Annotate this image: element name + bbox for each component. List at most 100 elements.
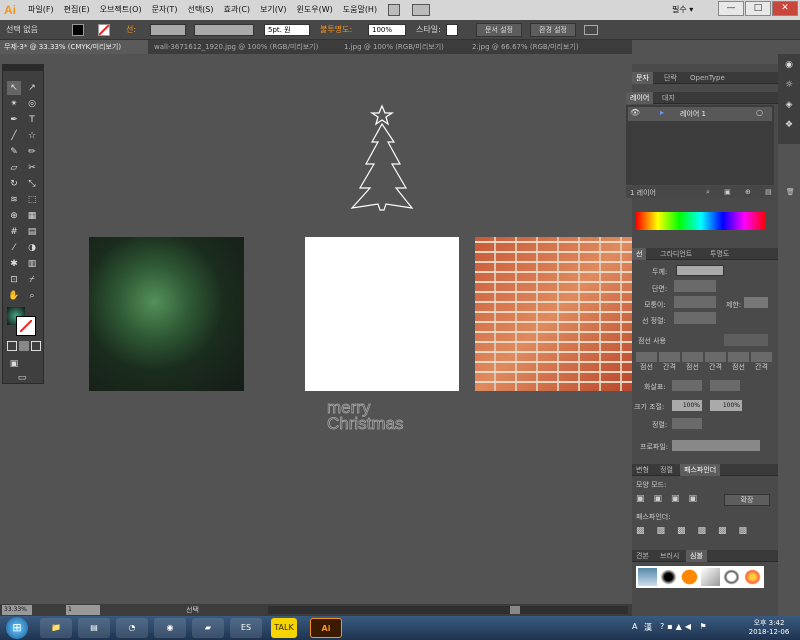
opacity-input[interactable]: 100% <box>368 24 406 36</box>
tab-symbols[interactable]: 심볼 <box>686 550 707 562</box>
align-stroke-buttons[interactable] <box>674 312 716 324</box>
document-setup-button[interactable]: 문서 설정 <box>476 23 522 37</box>
rotate-tool-icon[interactable]: ↻ <box>7 177 21 191</box>
dash-field-3[interactable] <box>728 352 749 362</box>
artboard-tool-icon[interactable]: ⊡ <box>7 273 21 287</box>
appearance-icon[interactable]: ☼ <box>782 78 796 92</box>
profile-select[interactable] <box>672 440 760 451</box>
language-indicator[interactable]: A <box>632 622 637 631</box>
corner-buttons[interactable] <box>674 296 716 308</box>
brick-wall-image[interactable] <box>475 237 632 391</box>
es-taskbar-icon[interactable]: ES <box>230 618 262 638</box>
symbol-3[interactable] <box>680 568 699 586</box>
horizontal-scrollbar[interactable] <box>268 606 628 614</box>
arrange-documents-icon[interactable] <box>412 4 430 16</box>
eye-icon[interactable]: 👁 <box>630 108 640 117</box>
tab-untitled-3[interactable]: 무제-3* @ 33.33% (CMYK/미리보기) <box>0 40 148 54</box>
menu-file[interactable]: 파일(F) <box>28 0 54 20</box>
illustrator-taskbar-icon[interactable]: Ai <box>310 618 342 638</box>
stroke-swatch[interactable] <box>98 24 110 36</box>
pathfinder-buttons[interactable]: ▩▩▩▩▩▩ <box>636 526 772 538</box>
gap-field-1[interactable] <box>659 352 680 362</box>
style-swatch[interactable] <box>446 24 458 36</box>
christmas-tree-drawing[interactable] <box>344 104 424 216</box>
symbol-6[interactable] <box>743 568 762 586</box>
gradient-tool-icon[interactable]: ▤ <box>25 225 39 239</box>
brush-profile-select[interactable]: 5pt. 원 <box>264 24 310 36</box>
zoom-tool-icon[interactable]: ⌕ <box>25 289 39 303</box>
tab-brushes[interactable]: 브러시 <box>656 550 683 562</box>
arrow-align-buttons[interactable] <box>672 418 702 429</box>
dash-field-2[interactable] <box>682 352 703 362</box>
arrange-icon[interactable] <box>584 25 598 35</box>
perspective-grid-tool-icon[interactable]: ▦ <box>25 209 39 223</box>
chrome-old-taskbar-icon[interactable]: ◔ <box>116 618 148 638</box>
slice-tool-icon[interactable]: ⌿ <box>25 273 39 287</box>
stroke-weight-field[interactable] <box>676 265 724 276</box>
dash-field-1[interactable] <box>636 352 657 362</box>
none-mode-icon[interactable] <box>31 341 41 351</box>
tab-align[interactable]: 정렬 <box>656 464 677 476</box>
windows-icon[interactable]: ⊞ <box>6 617 28 639</box>
symbol-5[interactable] <box>722 568 741 586</box>
tray-icons[interactable]: ?▪▲◀ ⚑ <box>660 622 710 631</box>
tab-transform[interactable]: 변형 <box>632 464 653 476</box>
kakaotalk-taskbar-icon[interactable]: TALK <box>271 618 297 638</box>
gradient-image[interactable] <box>89 237 244 391</box>
draw-mode-icon[interactable]: ▣ <box>7 357 21 371</box>
symbol-4[interactable] <box>701 568 720 586</box>
symbol-2[interactable] <box>659 568 678 586</box>
ime-indicator[interactable]: 漢 <box>644 622 652 633</box>
symbol-sprayer-tool-icon[interactable]: ✱ <box>7 257 21 271</box>
variable-width-select[interactable] <box>194 24 254 36</box>
gap-field-2[interactable] <box>705 352 726 362</box>
magic-wand-tool-icon[interactable]: ✴ <box>7 97 21 111</box>
clock[interactable]: 오후 3:42 2018-12-06 <box>744 618 794 636</box>
tab-gradient[interactable]: 그라디언트 <box>656 248 696 260</box>
tab-wall-jpg[interactable]: wall-3671612_1920.jpg @ 100% (RGB/미리보기) <box>150 40 336 54</box>
direct-selection-tool-icon[interactable]: ↗ <box>25 81 39 95</box>
document-taskbar-icon[interactable]: ▤ <box>78 618 110 638</box>
color-spectrum[interactable] <box>636 212 766 230</box>
width-tool-icon[interactable]: ≋ <box>7 193 21 207</box>
cap-buttons[interactable] <box>674 280 716 292</box>
type-tool-icon[interactable]: T <box>25 113 39 127</box>
explorer-taskbar-icon[interactable]: 📁 <box>40 618 72 638</box>
expand-button[interactable]: 확장 <box>724 494 770 506</box>
chrome-taskbar-icon[interactable]: ◉ <box>154 618 186 638</box>
stroke-weight-input[interactable] <box>150 24 186 36</box>
arrow-start-select[interactable] <box>672 380 702 391</box>
dash-align-buttons[interactable] <box>724 334 768 346</box>
fill-swatch[interactable] <box>72 24 84 36</box>
menu-select[interactable]: 선택(S) <box>187 0 213 20</box>
minimize-button[interactable]: — <box>718 1 744 16</box>
screen-mode-icon[interactable]: ▭ <box>15 371 29 385</box>
canvas[interactable]: merry Christmas <box>44 54 632 606</box>
artboard-number-field[interactable]: 1 <box>66 605 100 615</box>
column-graph-tool-icon[interactable]: ▥ <box>25 257 39 271</box>
layers-icon[interactable]: ◈ <box>782 98 796 112</box>
stroke-color-icon[interactable] <box>16 316 36 336</box>
dashed-line-checkbox[interactable]: 점선 사용 <box>638 336 666 346</box>
preferences-button[interactable]: 환경 설정 <box>530 23 576 37</box>
scissors-tool-icon[interactable]: ✂ <box>25 161 39 175</box>
tab-swatches[interactable]: 견본 <box>632 550 653 562</box>
arrow-scale-end-field[interactable]: 100% <box>710 400 742 411</box>
lasso-tool-icon[interactable]: ◎ <box>25 97 39 111</box>
tab-transparency[interactable]: 투명도 <box>706 248 733 260</box>
folder-taskbar-icon[interactable]: ▰ <box>192 618 224 638</box>
tab-pathfinder[interactable]: 패스파인더 <box>680 464 721 476</box>
color-guide-icon[interactable]: ◉ <box>782 58 796 72</box>
pencil-tool-icon[interactable]: ✏ <box>25 145 39 159</box>
eraser-tool-icon[interactable]: ▱ <box>7 161 21 175</box>
menu-window[interactable]: 윈도우(W) <box>297 0 333 20</box>
restore-button[interactable]: □ <box>745 1 771 16</box>
eyedropper-tool-icon[interactable]: ⁄ <box>7 241 21 255</box>
current-tool-status[interactable]: 선택 <box>186 605 199 615</box>
menu-edit[interactable]: 편집(E) <box>64 0 90 20</box>
miter-limit-field[interactable] <box>744 297 768 308</box>
zoom-field[interactable]: 33.33% <box>2 605 32 615</box>
hand-tool-icon[interactable]: ✋ <box>7 289 21 303</box>
shape-builder-tool-icon[interactable]: ⊕ <box>7 209 21 223</box>
tab-opentype[interactable]: OpenType <box>686 72 729 84</box>
